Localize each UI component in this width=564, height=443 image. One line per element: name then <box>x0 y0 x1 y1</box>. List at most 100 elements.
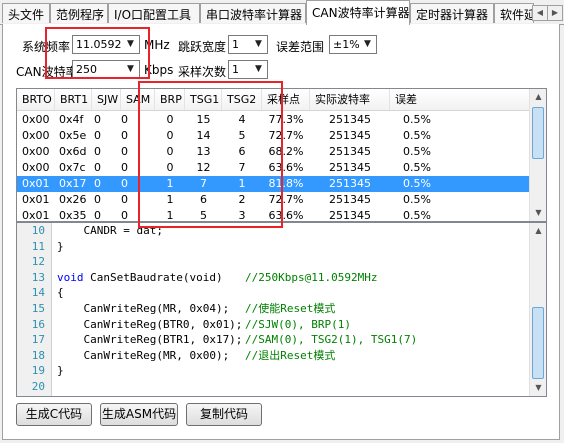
code-line: 17 CanWriteReg(BTR1, 0x17);//SAM(0), TSG… <box>17 332 530 348</box>
cell-brt1: 0x4f <box>59 113 84 126</box>
jump-width-label: 跳跃宽度 <box>178 40 227 54</box>
code-text: CanWriteReg(BTR1, 0x17); <box>57 333 243 347</box>
code-text: { <box>57 286 64 300</box>
cell-brt0: 0x00 <box>22 161 50 174</box>
code-preview[interactable]: 10 CANDR = dat; 11} 12 13 void CanSetBaudrat… <box>16 222 547 397</box>
col-header-error[interactable]: 误差 <box>390 89 530 110</box>
cell-actual-baud: 251345 <box>329 209 371 222</box>
cell-actual-baud: 251345 <box>329 113 371 126</box>
col-header-brt1[interactable]: BRT1 <box>55 89 92 110</box>
code-comment: //SJW(0), BRP(1) <box>245 317 351 331</box>
cell-brt1: 0x5e <box>59 129 87 142</box>
scroll-up-icon[interactable]: ▲ <box>531 89 546 105</box>
jump-width-value: 1 <box>232 38 239 51</box>
cell-error: 0.5% <box>403 113 431 126</box>
tab-software-delay[interactable]: 软件延 <box>494 3 534 23</box>
highlight-box-table-columns <box>138 81 283 228</box>
line-number: 11 <box>31 239 45 253</box>
line-number: 16 <box>31 317 45 331</box>
cell-actual-baud: 251345 <box>329 193 371 206</box>
cell-error: 0.5% <box>403 193 431 206</box>
code-text: void CanSetBaudrate(void) <box>57 270 223 284</box>
code-text: } <box>57 239 64 253</box>
scroll-up-icon[interactable]: ▲ <box>531 223 546 239</box>
highlight-box-frequency <box>45 27 150 79</box>
code-line: 19} <box>17 363 530 379</box>
line-number: 17 <box>31 333 45 347</box>
cell-brt1: 0x26 <box>59 193 87 206</box>
tab-io-config[interactable]: I/O口配置工具 <box>108 3 200 23</box>
cell-brt1: 0x35 <box>59 209 87 222</box>
code-text: } <box>57 364 64 378</box>
scrollbar-thumb[interactable] <box>532 307 544 379</box>
col-header-sjw[interactable]: SJW <box>92 89 121 110</box>
cell-sjw: 0 <box>94 177 101 190</box>
code-line: 11} <box>17 239 530 255</box>
col-header-actual-baud[interactable]: 实际波特率 <box>310 89 390 110</box>
line-number: 15 <box>31 302 45 315</box>
generate-asm-code-button[interactable]: 生成ASM代码 <box>100 403 178 426</box>
cell-error: 0.5% <box>403 177 431 190</box>
scroll-down-icon[interactable]: ▼ <box>531 380 546 396</box>
tab-can-baud[interactable]: CAN波特率计算器 <box>306 0 410 25</box>
tab-header-file[interactable]: 头文件 <box>2 3 50 23</box>
code-line: 16 CanWriteReg(BTR0, 0x01);//SJW(0), BRP… <box>17 317 530 333</box>
table-scrollbar[interactable]: ▲ ▼ <box>529 89 546 221</box>
code-text: CanWriteReg(BTR0, 0x01); <box>57 317 243 331</box>
line-number: 20 <box>31 380 45 393</box>
col-header-brt0[interactable]: BRTO <box>17 89 55 110</box>
code-line: 12 <box>17 254 530 270</box>
chevron-down-icon: ▼ <box>364 39 371 49</box>
tab-examples[interactable]: 范例程序 <box>50 3 108 23</box>
cell-error: 0.5% <box>403 145 431 158</box>
scroll-down-icon[interactable]: ▼ <box>531 205 546 221</box>
cell-brt0: 0x01 <box>22 193 50 206</box>
sample-count-label: 采样次数 <box>178 65 227 79</box>
chevron-down-icon: ▼ <box>255 64 262 74</box>
cell-error: 0.5% <box>403 209 431 222</box>
line-number: 12 <box>31 255 45 269</box>
cell-error: 0.5% <box>403 161 431 174</box>
cell-brt0: 0x00 <box>22 129 50 142</box>
line-number: 13 <box>31 270 45 284</box>
tab-scroll-right-button[interactable]: ▶ <box>547 5 563 21</box>
cell-sjw: 0 <box>94 209 101 222</box>
error-range-label: 误差范围 <box>276 40 325 54</box>
code-text: CanWriteReg(MR, 0x00); <box>57 348 230 362</box>
line-number: 18 <box>31 348 45 362</box>
line-number: 14 <box>31 286 45 300</box>
cell-sjw: 0 <box>94 193 101 206</box>
copy-code-button[interactable]: 复制代码 <box>186 403 262 426</box>
cell-sjw: 0 <box>94 113 101 126</box>
cell-brt0: 0x00 <box>22 145 50 158</box>
chevron-down-icon: ▼ <box>255 39 262 49</box>
tab-scroll-left-button[interactable]: ◀ <box>532 5 548 21</box>
tab-uart-baud[interactable]: 串口波特率计算器 <box>200 3 306 23</box>
cell-brt1: 0x7c <box>59 161 86 174</box>
cell-brt1: 0x6d <box>59 145 87 158</box>
cell-sjw: 0 <box>94 145 101 158</box>
scrollbar-thumb[interactable] <box>532 107 544 159</box>
cell-sjw: 0 <box>94 161 101 174</box>
code-line: 15 CanWriteReg(MR, 0x04); //使能Reset模式 <box>17 301 530 317</box>
cell-actual-baud: 251345 <box>329 177 371 190</box>
cell-actual-baud: 251345 <box>329 129 371 142</box>
cell-brt0: 0x01 <box>22 177 50 190</box>
code-scrollbar[interactable]: ▲ ▼ <box>529 223 546 396</box>
line-number: 10 <box>31 224 45 237</box>
tab-timer-calc[interactable]: 定时器计算器 <box>410 3 494 23</box>
tab-bar: 头文件 范例程序 I/O口配置工具 串口波特率计算器 CAN波特率计算器 定时器… <box>0 0 564 25</box>
line-number: 19 <box>31 364 45 378</box>
cell-brt0: 0x01 <box>22 209 50 222</box>
code-text: CanWriteReg(MR, 0x04); <box>57 302 230 315</box>
code-line: 20 <box>17 379 530 395</box>
jump-width-select[interactable]: 1 ▼ <box>228 35 268 54</box>
error-range-select[interactable]: ±1% ▼ <box>329 35 377 54</box>
sample-count-select[interactable]: 1 ▼ <box>228 60 268 79</box>
code-line: 14 { <box>17 285 530 301</box>
generate-c-code-button[interactable]: 生成C代码 <box>16 403 92 426</box>
code-line: 18 CanWriteReg(MR, 0x00); //退出Reset模式 <box>17 348 530 364</box>
code-comment: //250Kbps@11.0592MHz <box>245 270 378 284</box>
code-line: 13 void CanSetBaudrate(void) //250Kbps@11.… <box>17 270 530 286</box>
code-comment: //SAM(0), TSG2(1), TSG1(7) <box>245 333 418 347</box>
